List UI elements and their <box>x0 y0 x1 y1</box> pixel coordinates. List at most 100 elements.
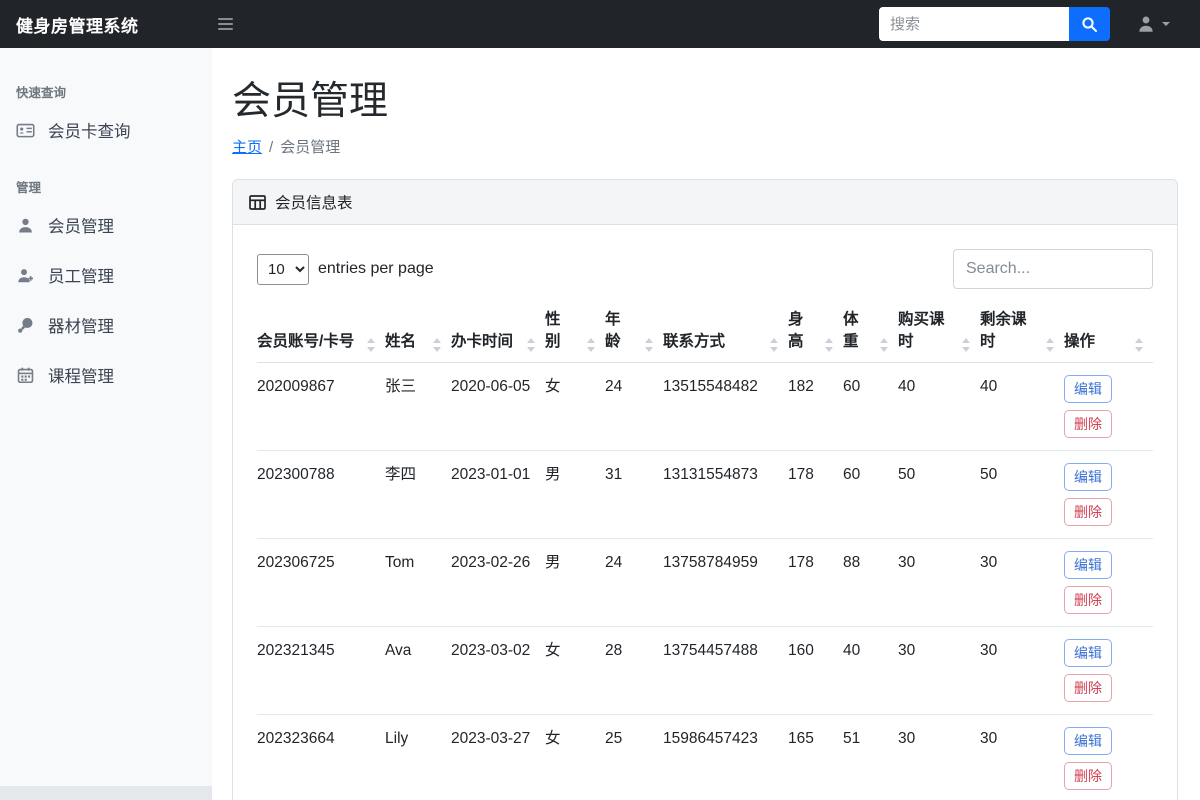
cell-height: 165 <box>788 714 843 800</box>
navbar-search-button[interactable] <box>1069 7 1110 41</box>
table-tennis-icon <box>18 317 33 333</box>
cell-account: 202323664 <box>257 714 385 800</box>
cell-remaining: 30 <box>980 538 1064 628</box>
cell-height: 178 <box>788 450 843 540</box>
edit-button[interactable]: 编辑 <box>1064 551 1112 580</box>
column-header-height[interactable]: 身高 <box>788 303 843 364</box>
horizontal-scrollbar[interactable] <box>0 786 212 800</box>
cell-height: 160 <box>788 626 843 716</box>
column-header-name[interactable]: 姓名 <box>385 303 451 364</box>
cell-phone: 13754457488 <box>663 626 788 716</box>
sidebar-item-course-management[interactable]: 课程管理 <box>0 350 212 400</box>
sort-icon <box>527 338 535 353</box>
breadcrumb-current: 会员管理 <box>280 139 341 156</box>
cell-remaining: 50 <box>980 450 1064 540</box>
sidebar-section-quick-query: 快速查询 <box>16 86 67 100</box>
sidebar-item-member-management[interactable]: 会员管理 <box>0 200 212 250</box>
table-row: 202321345 Ava 2023-03-02 女 28 1375445748… <box>257 626 1153 716</box>
search-icon <box>1082 16 1097 32</box>
cell-weight: 88 <box>843 538 898 628</box>
cell-age: 31 <box>605 450 663 540</box>
table-icon <box>249 194 266 210</box>
sort-icon <box>962 338 970 353</box>
cell-date: 2023-03-27 <box>451 714 545 800</box>
sidebar-item-label: 会员管理 <box>48 218 114 236</box>
user-menu[interactable] <box>1136 14 1170 34</box>
id-card-icon <box>16 123 35 137</box>
cell-gender: 女 <box>545 626 605 716</box>
edit-button[interactable]: 编辑 <box>1064 463 1112 492</box>
cell-gender: 男 <box>545 450 605 540</box>
cell-phone: 13131554873 <box>663 450 788 540</box>
sort-icon <box>1135 338 1143 353</box>
edit-button[interactable]: 编辑 <box>1064 639 1112 668</box>
delete-button[interactable]: 删除 <box>1064 410 1112 439</box>
member-table-card: 会员信息表 10 entries per page Search... 会员账号… <box>232 179 1178 800</box>
page-title: 会员管理 <box>232 80 389 123</box>
column-header-account[interactable]: 会员账号/卡号 <box>257 303 385 364</box>
column-header-date[interactable]: 办卡时间 <box>451 303 545 364</box>
delete-button[interactable]: 删除 <box>1064 674 1112 703</box>
sidebar-item-label: 课程管理 <box>48 368 114 386</box>
breadcrumb-separator: / <box>269 139 274 156</box>
cell-account: 202300788 <box>257 450 385 540</box>
cell-height: 178 <box>788 538 843 628</box>
delete-button[interactable]: 删除 <box>1064 498 1112 527</box>
cell-name: Ava <box>385 626 451 716</box>
cell-age: 24 <box>605 538 663 628</box>
navbar-search-input[interactable] <box>879 7 1069 41</box>
cell-weight: 60 <box>843 450 898 540</box>
cell-weight: 40 <box>843 626 898 716</box>
sidebar-item-label: 器材管理 <box>48 318 114 336</box>
cell-date: 2023-02-26 <box>451 538 545 628</box>
sidebar-item-equipment-management[interactable]: 器材管理 <box>0 300 212 350</box>
table-search-input[interactable] <box>953 249 1153 289</box>
card-header: 会员信息表 <box>233 180 1177 225</box>
cell-name: 张三 <box>385 362 451 452</box>
delete-button[interactable]: 删除 <box>1064 762 1112 791</box>
member-table: 会员账号/卡号 姓名 办卡时间 性别 年龄 联系方式 身高 体重 购买课时 剩余… <box>257 303 1153 800</box>
cell-age: 28 <box>605 626 663 716</box>
card-body: 10 entries per page 会员账号/卡号 姓名 <box>233 225 1177 800</box>
column-header-phone[interactable]: 联系方式 <box>663 303 788 364</box>
top-navbar: 健身房管理系统 <box>0 0 1200 48</box>
delete-button[interactable]: 删除 <box>1064 586 1112 615</box>
breadcrumb-home-link[interactable]: 主页 <box>232 139 262 156</box>
sidebar-item-staff-management[interactable]: 员工管理 <box>0 250 212 300</box>
cell-age: 24 <box>605 362 663 452</box>
entries-per-page-label: entries per page <box>318 260 434 277</box>
card-title: 会员信息表 <box>275 195 353 212</box>
sort-icon <box>433 338 441 353</box>
cell-purchased: 50 <box>898 450 980 540</box>
column-header-actions[interactable]: 操作 <box>1064 303 1153 364</box>
column-header-remaining[interactable]: 剩余课时 <box>980 303 1064 364</box>
cell-account: 202306725 <box>257 538 385 628</box>
column-header-purchased[interactable]: 购买课时 <box>898 303 980 364</box>
navbar-search <box>879 7 1110 41</box>
cell-date: 2023-01-01 <box>451 450 545 540</box>
user-plus-icon <box>18 268 33 282</box>
column-header-gender[interactable]: 性别 <box>545 303 605 364</box>
cell-weight: 51 <box>843 714 898 800</box>
column-header-age[interactable]: 年龄 <box>605 303 663 364</box>
edit-button[interactable]: 编辑 <box>1064 375 1112 404</box>
cell-phone: 13515548482 <box>663 362 788 452</box>
column-header-weight[interactable]: 体重 <box>843 303 898 364</box>
cell-purchased: 40 <box>898 362 980 452</box>
cell-name: Tom <box>385 538 451 628</box>
cell-name: 李四 <box>385 450 451 540</box>
table-row: 202009867 张三 2020-06-05 女 24 13515548482… <box>257 362 1153 452</box>
sidebar: 快速查询 会员卡查询 管理 会员管理 员工管理 器材管理 课程管理 <box>0 48 212 800</box>
sort-icon <box>825 338 833 353</box>
entries-per-page-select[interactable]: 10 <box>257 253 309 285</box>
edit-button[interactable]: 编辑 <box>1064 727 1112 756</box>
table-row: 202300788 李四 2023-01-01 男 31 13131554873… <box>257 450 1153 540</box>
entries-per-page: 10 entries per page <box>257 253 434 285</box>
sort-icon <box>1046 338 1054 353</box>
calendar-icon <box>17 367 34 383</box>
sidebar-section-manage: 管理 <box>16 181 42 195</box>
cell-remaining: 40 <box>980 362 1064 452</box>
sidebar-item-member-card-query[interactable]: 会员卡查询 <box>0 105 212 155</box>
cell-purchased: 30 <box>898 626 980 716</box>
sidebar-toggle-button[interactable] <box>212 12 239 36</box>
